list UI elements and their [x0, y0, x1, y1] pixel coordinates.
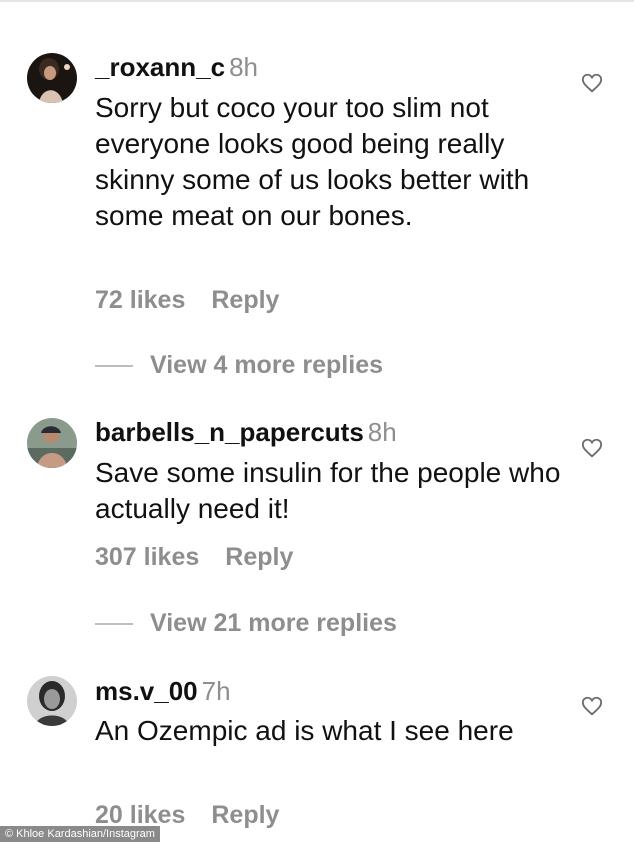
timestamp: 8h: [229, 52, 258, 82]
reply-button[interactable]: Reply: [211, 800, 279, 830]
heart-icon[interactable]: [581, 72, 603, 94]
username[interactable]: ms.v_00: [95, 676, 198, 706]
top-divider: [0, 0, 634, 2]
comment-header: _roxann_c 8h: [95, 52, 258, 82]
username[interactable]: _roxann_c: [95, 52, 225, 82]
likes-count[interactable]: 307 likes: [95, 542, 199, 572]
comment-text: Sorry but coco your too slim not everyon…: [95, 92, 530, 231]
username[interactable]: barbells_n_papercuts: [95, 417, 364, 447]
comment-text: An Ozempic ad is what I see here: [95, 715, 514, 746]
avatar[interactable]: [27, 418, 77, 468]
comment-text: Save some insulin for the people who act…: [95, 457, 561, 524]
likes-count[interactable]: 72 likes: [95, 285, 185, 315]
comment-header: barbells_n_papercuts 8h: [95, 417, 397, 447]
reply-button[interactable]: Reply: [225, 542, 293, 572]
replies-divider: [95, 623, 133, 625]
comment-meta: 72 likes Reply: [95, 285, 279, 315]
reply-button[interactable]: Reply: [211, 285, 279, 315]
avatar[interactable]: [27, 676, 77, 726]
heart-icon[interactable]: [581, 437, 603, 459]
comment-meta: 307 likes Reply: [95, 542, 293, 572]
timestamp: 8h: [367, 417, 397, 447]
heart-icon[interactable]: [581, 695, 603, 717]
comment-header: ms.v_00 7h: [95, 676, 231, 706]
avatar[interactable]: [27, 53, 77, 103]
timestamp: 7h: [201, 676, 231, 706]
photo-credit: © Khloe Kardashian/Instagram: [0, 826, 160, 842]
view-replies-label: View 4 more replies: [150, 351, 383, 379]
replies-divider: [95, 365, 133, 367]
view-replies-label: View 21 more replies: [150, 609, 397, 637]
